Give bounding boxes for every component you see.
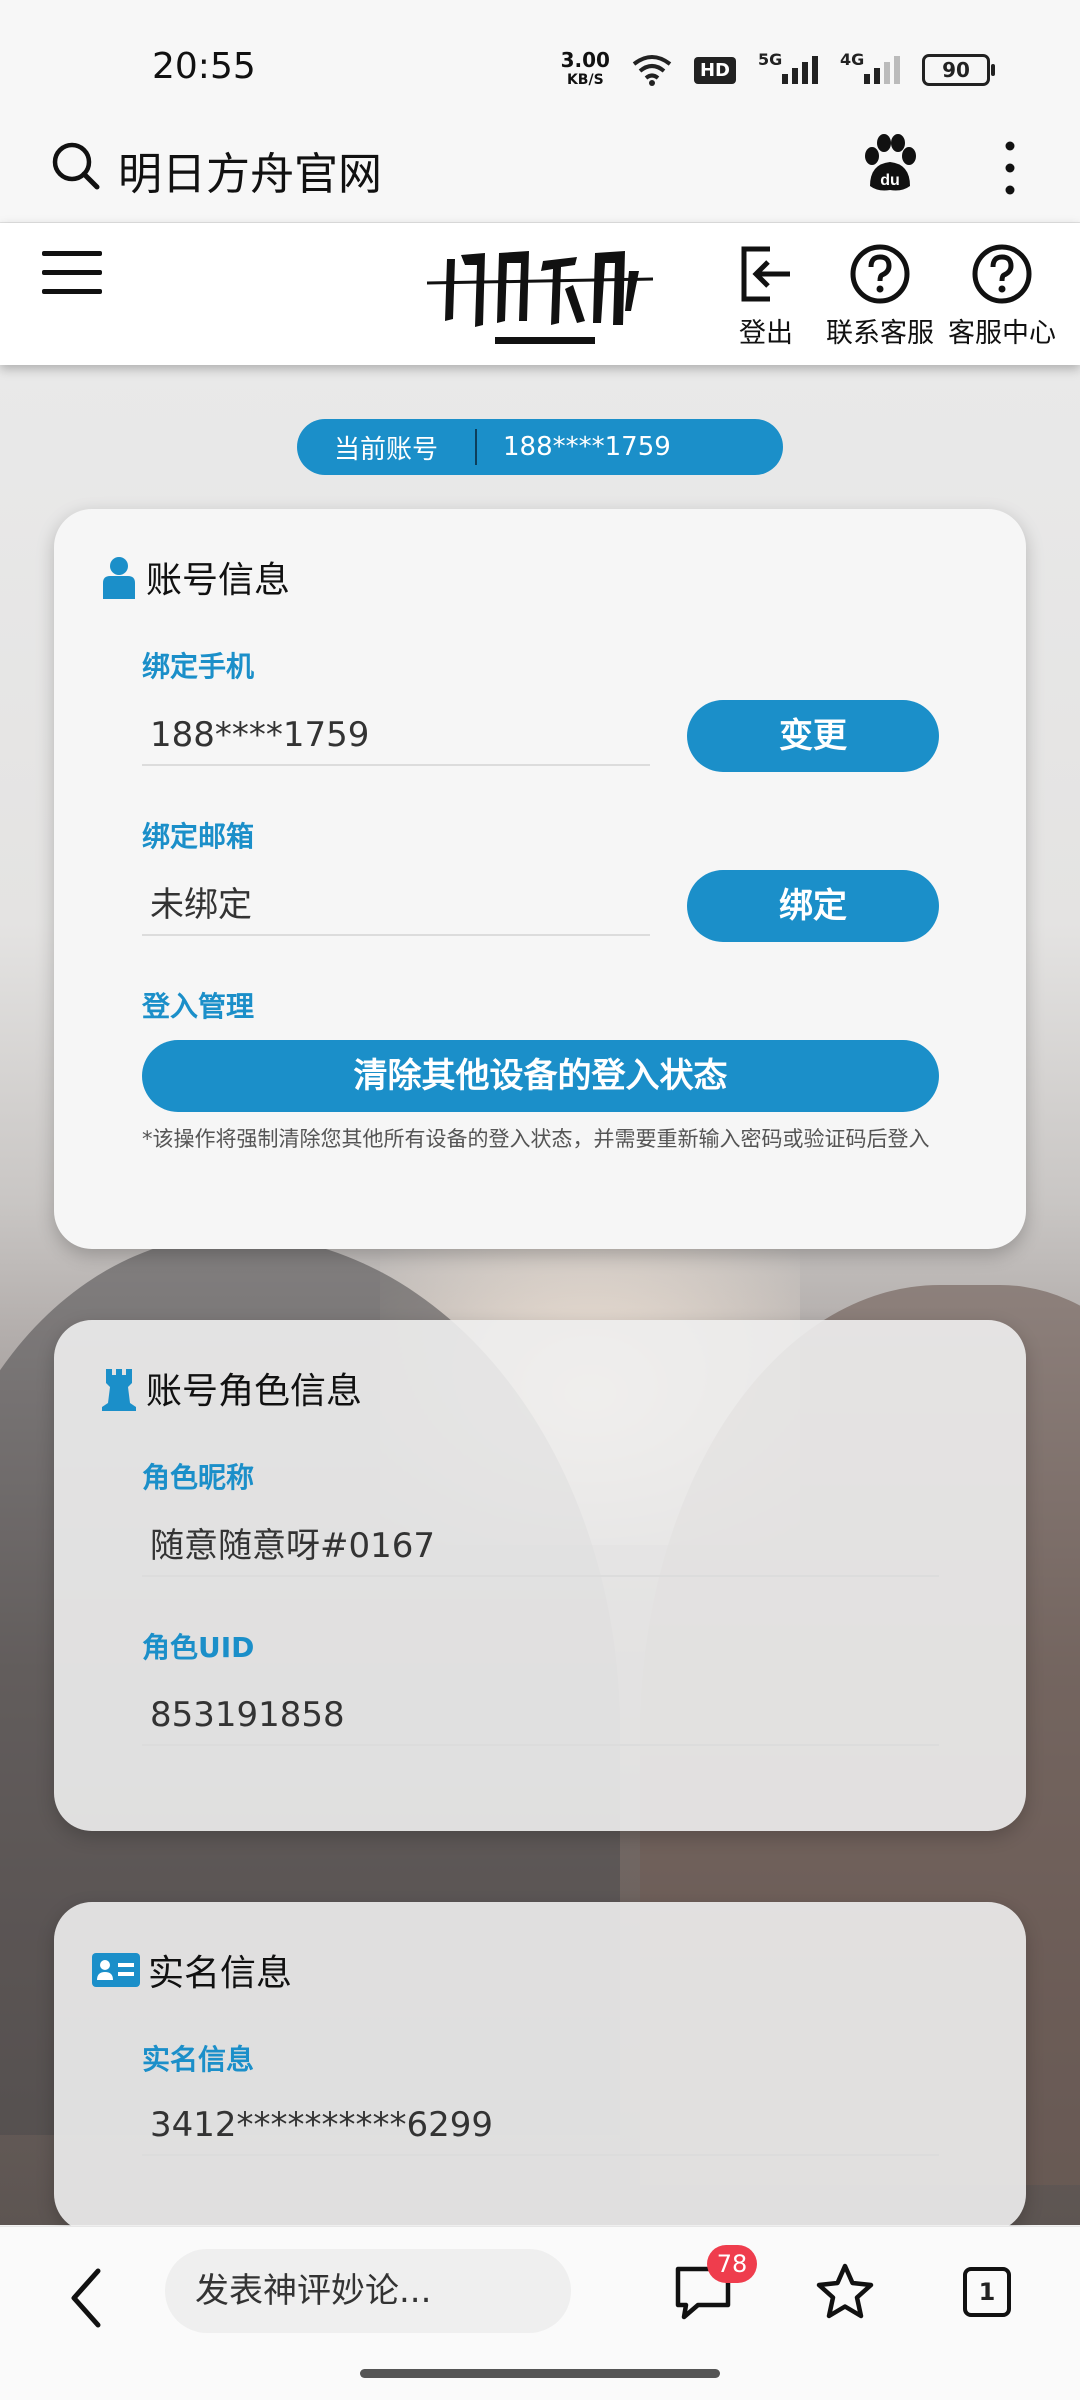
- id-card-icon: [92, 1953, 140, 1987]
- login-management-label: 登入管理: [142, 990, 255, 1023]
- clear-other-sessions-button[interactable]: 清除其他设备的登入状态: [142, 1040, 939, 1112]
- comment-count-badge: 78: [707, 2245, 757, 2283]
- net-speed-unit: KB/S: [566, 72, 604, 88]
- wifi-icon: [632, 55, 672, 86]
- home-indicator[interactable]: [360, 2369, 720, 2378]
- role-info-title: 账号角色信息: [100, 1362, 362, 1414]
- realname-info-title: 实名信息: [92, 1944, 292, 1996]
- net-speed: 3.00 KB/S: [561, 50, 610, 90]
- browser-bottom-bar: 发表神评妙论... 78 1: [0, 2226, 1080, 2400]
- tower-icon: [102, 1369, 136, 1411]
- bind-email-button[interactable]: 绑定: [687, 870, 939, 942]
- status-bar: 20:55 3.00 KB/S HD 5G 4G 90: [0, 0, 1080, 118]
- signal-4g-label: 4G: [840, 50, 865, 69]
- help-icon: [850, 244, 910, 304]
- bound-email-value: 未绑定: [142, 874, 650, 936]
- browser-bar: 明日方舟官网 du: [0, 118, 1080, 223]
- account-info-title: 账号信息: [100, 551, 290, 603]
- svg-text:du: du: [880, 172, 900, 189]
- search-icon[interactable]: [50, 140, 102, 192]
- user-icon: [103, 557, 135, 599]
- status-time: 20:55: [152, 46, 256, 87]
- signal-5g-label: 5G: [758, 50, 783, 69]
- comment-input[interactable]: 发表神评妙论...: [165, 2249, 571, 2333]
- signal-4g-icon: 4G: [840, 50, 900, 84]
- role-uid-label: 角色UID: [142, 1631, 255, 1664]
- realname-info-card: 实名信息 实名信息 3412**********6299: [54, 1902, 1026, 2232]
- account-info-title-text: 账号信息: [146, 560, 291, 601]
- realname-info-title-text: 实名信息: [148, 1953, 293, 1994]
- role-info-card: 账号角色信息 角色昵称 随意随意呀#0167 角色UID 853191858: [54, 1320, 1026, 1831]
- back-icon[interactable]: [62, 2263, 112, 2333]
- help-icon: [972, 244, 1032, 304]
- role-info-title-text: 账号角色信息: [146, 1371, 363, 1412]
- current-account-value: 188****1759: [503, 432, 671, 462]
- current-account-pill: 当前账号 188****1759: [297, 419, 783, 475]
- battery-icon: 90: [922, 54, 995, 86]
- realname-value: 3412**********6299: [142, 2094, 939, 2156]
- bound-email-label: 绑定邮箱: [142, 820, 255, 853]
- clear-sessions-note: *该操作将强制清除您其他所有设备的登入状态，并需要重新输入密码或验证码后登入: [142, 1127, 930, 1151]
- signal-5g-icon: 5G: [758, 50, 818, 84]
- hd-badge: HD: [693, 56, 736, 84]
- hamburger-menu-icon[interactable]: [42, 251, 102, 301]
- bound-phone-label: 绑定手机: [142, 650, 255, 683]
- change-phone-button[interactable]: 变更: [687, 700, 939, 772]
- star-icon[interactable]: [814, 2261, 876, 2323]
- logout-icon: [741, 246, 790, 302]
- more-options-icon[interactable]: [996, 136, 1024, 200]
- logout-label: 登出: [739, 318, 793, 349]
- contact-service-button[interactable]: 联系客服: [826, 243, 934, 350]
- current-account-label: 当前账号: [333, 434, 438, 465]
- service-center-button[interactable]: 客服中心: [948, 243, 1056, 350]
- role-nickname-label: 角色昵称: [142, 1461, 255, 1494]
- realname-label: 实名信息: [142, 2043, 255, 2076]
- role-uid-value: 853191858: [142, 1684, 939, 1746]
- status-icons: 3.00 KB/S HD 5G 4G 90: [561, 50, 995, 90]
- net-speed-value: 3.00: [560, 48, 610, 72]
- arknights-logo[interactable]: [425, 241, 655, 351]
- site-header: 登出 联系客服 客服中心: [0, 223, 1080, 365]
- account-info-card: 账号信息 绑定手机 188****1759 变更 绑定邮箱 未绑定 绑定 登入管…: [54, 509, 1026, 1249]
- role-nickname-value: 随意随意呀#0167: [142, 1515, 939, 1577]
- browser-address-title[interactable]: 明日方舟官网: [118, 138, 382, 202]
- logout-button[interactable]: 登出: [736, 243, 796, 350]
- tabs-icon[interactable]: 1: [963, 2267, 1011, 2317]
- service-center-label: 客服中心: [948, 318, 1056, 349]
- contact-service-label: 联系客服: [826, 318, 934, 349]
- battery-level: 90: [942, 58, 970, 82]
- bound-phone-value: 188****1759: [142, 704, 650, 766]
- baidu-paw-icon[interactable]: du: [862, 134, 918, 194]
